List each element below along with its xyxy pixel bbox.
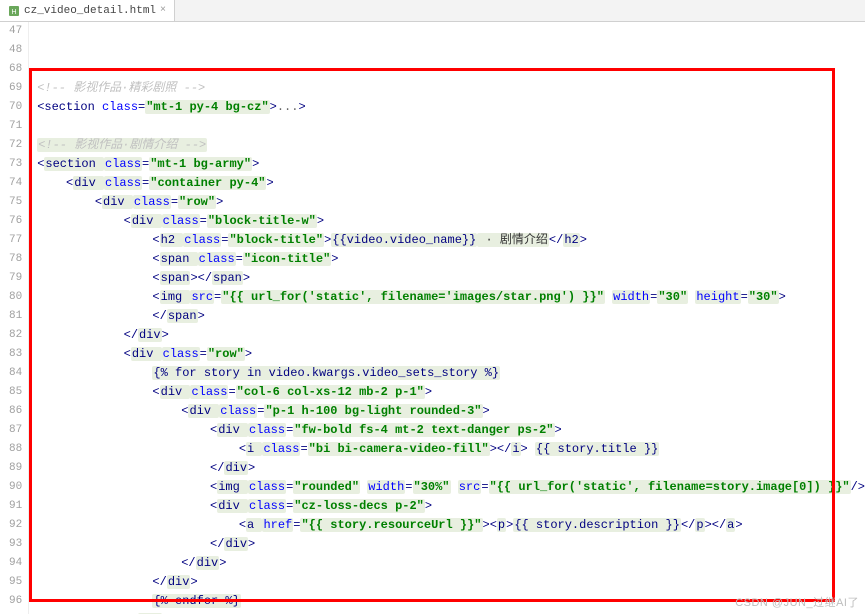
line-number: 96 [0,592,22,611]
code-area[interactable]: <!-- 影视作品·精彩剧照 --><section class="mt-1 p… [29,22,865,614]
code-line[interactable]: <div class="cz-loss-decs p-2"> [37,497,865,516]
code-line[interactable]: </div> [37,554,865,573]
code-line[interactable]: <!-- 影视作品·精彩剧照 --> [37,79,865,98]
code-line[interactable]: {% for story in video.kwargs.video_sets_… [37,364,865,383]
line-number: 73 [0,155,22,174]
line-number: 86 [0,402,22,421]
line-number: 72 [0,136,22,155]
code-line[interactable]: <section class="mt-1 py-4 bg-cz">...> [37,98,865,117]
line-number: 75 [0,193,22,212]
line-number: 79 [0,269,22,288]
code-line[interactable]: </div> [37,573,865,592]
line-number: 82 [0,326,22,345]
line-number: 89 [0,459,22,478]
line-number: 78 [0,250,22,269]
code-line[interactable]: </div> [37,326,865,345]
code-line[interactable]: <img class="rounded" width="30%" src="{{… [37,478,865,497]
line-number: 68 [0,60,22,79]
line-number: 81 [0,307,22,326]
line-number: 92 [0,516,22,535]
svg-text:H: H [11,9,16,16]
code-line[interactable]: <div class="row"> [37,345,865,364]
code-line[interactable]: <div class="row"> [37,193,865,212]
code-line[interactable]: <section class="mt-1 bg-army"> [37,155,865,174]
editor: 4748686970717273747576777879808182838485… [0,22,865,614]
code-line[interactable]: <div class="fw-bold fs-4 mt-2 text-dange… [37,421,865,440]
line-number: 94 [0,554,22,573]
code-line[interactable]: </div> [37,535,865,554]
line-number: 74 [0,174,22,193]
code-line[interactable]: </span> [37,307,865,326]
line-number: 77 [0,231,22,250]
line-number: 76 [0,212,22,231]
code-line[interactable]: <span></span> [37,269,865,288]
close-icon[interactable]: × [160,5,166,16]
code-line[interactable]: <img src="{{ url_for('static', filename=… [37,288,865,307]
line-number: 90 [0,478,22,497]
line-number: 84 [0,364,22,383]
line-number: 80 [0,288,22,307]
file-tab-label: cz_video_detail.html [24,5,156,17]
code-line[interactable]: <span class="icon-title"> [37,250,865,269]
code-line[interactable]: </div> [37,459,865,478]
line-number: 85 [0,383,22,402]
code-line[interactable]: <div class="p-1 h-100 bg-light rounded-3… [37,402,865,421]
code-line[interactable]: <a href="{{ story.resourceUrl }}"><p>{{ … [37,516,865,535]
watermark-text: CSDN @JUN_过继AI了 [735,594,859,610]
ide-frame: H cz_video_detail.html × 474868697071727… [0,0,865,614]
code-line[interactable]: <!-- 影视作品·剧情介绍 --> [37,136,865,155]
code-line[interactable]: <div class="block-title-w"> [37,212,865,231]
tab-bar: H cz_video_detail.html × [0,0,865,22]
line-number: 69 [0,79,22,98]
line-number: 88 [0,440,22,459]
line-number: 83 [0,345,22,364]
file-tab[interactable]: H cz_video_detail.html × [0,0,175,21]
code-line[interactable]: <div class="container py-4"> [37,174,865,193]
html-file-icon: H [8,5,20,17]
code-line[interactable] [37,117,865,136]
line-number: 71 [0,117,22,136]
line-number: 91 [0,497,22,516]
line-number: 70 [0,98,22,117]
line-number: 95 [0,573,22,592]
line-number: 93 [0,535,22,554]
code-line[interactable]: <i class="bi bi-camera-video-fill"></i> … [37,440,865,459]
line-number: 87 [0,421,22,440]
code-line[interactable]: <div class="col-6 col-xs-12 mb-2 p-1"> [37,383,865,402]
code-line[interactable]: <h2 class="block-title">{{video.video_na… [37,231,865,250]
line-number-gutter: 4748686970717273747576777879808182838485… [0,22,29,614]
line-number: 48 [0,41,22,60]
line-number: 47 [0,22,22,41]
